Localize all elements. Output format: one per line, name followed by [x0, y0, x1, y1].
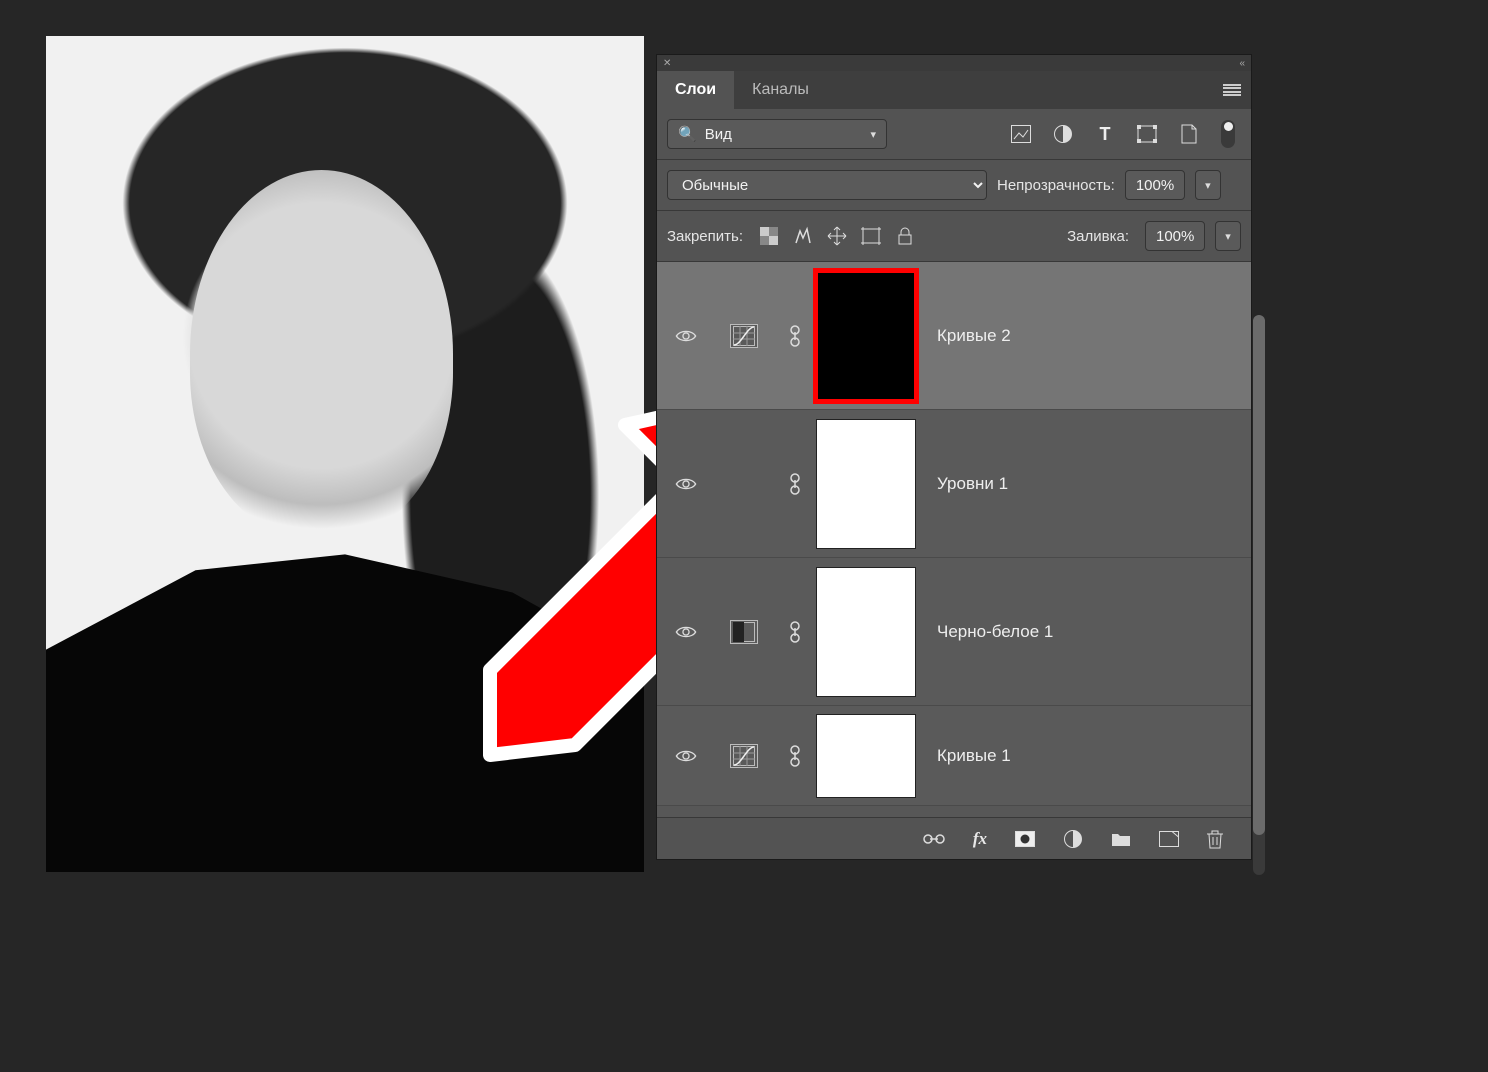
curves-adjustment-icon[interactable]	[730, 324, 758, 348]
filter-type-dropdown[interactable]: 🔍 Вид ▾	[667, 119, 887, 149]
blend-mode-dropdown[interactable]: Обычные	[667, 170, 987, 200]
layer-row[interactable]: Уровни 1	[657, 410, 1251, 558]
layer-fx-icon[interactable]: fx	[973, 830, 987, 847]
blackwhite-adjustment-icon[interactable]	[730, 620, 758, 644]
lock-fill-row: Закрепить: Заливка: ▾	[657, 211, 1251, 262]
filter-toggle[interactable]	[1221, 120, 1235, 148]
link-mask-icon[interactable]	[788, 325, 802, 347]
layer-list: Кривые 2 Уровни 1 Черно-белое	[657, 262, 1251, 817]
filter-smartobject-icon[interactable]	[1179, 124, 1199, 144]
link-mask-icon[interactable]	[788, 745, 802, 767]
layer-name[interactable]: Уровни 1	[919, 474, 1251, 494]
filter-type-icons: T	[1011, 120, 1235, 148]
filter-shape-icon[interactable]	[1137, 124, 1157, 144]
lock-label: Закрепить:	[667, 228, 743, 245]
filter-value: Вид	[705, 126, 863, 143]
filter-adjustment-icon[interactable]	[1053, 124, 1073, 144]
filter-pixel-icon[interactable]	[1011, 124, 1031, 144]
tab-layers[interactable]: Слои	[657, 71, 734, 109]
lock-all-icon[interactable]	[895, 226, 915, 246]
layer-name[interactable]: Черно-белое 1	[919, 622, 1251, 642]
layer-row[interactable]: Кривые 2	[657, 262, 1251, 410]
photo-face	[190, 170, 453, 538]
lock-position-icon[interactable]	[827, 226, 847, 246]
layer-mask-thumbnail[interactable]	[816, 567, 916, 697]
visibility-eye-icon[interactable]	[675, 625, 697, 639]
visibility-eye-icon[interactable]	[675, 477, 697, 491]
lock-image-icon[interactable]	[793, 226, 813, 246]
panel-menu-button[interactable]	[1213, 71, 1251, 109]
hamburger-icon	[1223, 84, 1241, 96]
link-layers-icon[interactable]	[923, 832, 945, 846]
blend-opacity-row: Обычные Непрозрачность: ▾	[657, 160, 1251, 211]
tab-channels[interactable]: Каналы	[734, 71, 827, 109]
close-panel-icon[interactable]: ✕	[663, 58, 671, 69]
fill-input[interactable]	[1145, 221, 1205, 251]
add-mask-icon[interactable]	[1015, 831, 1035, 847]
panel-topbar: ✕ «	[657, 55, 1251, 71]
lock-transparent-icon[interactable]	[759, 226, 779, 246]
chevron-down-icon: ▾	[1205, 179, 1211, 192]
lock-artboard-icon[interactable]	[861, 226, 881, 246]
fill-label: Заливка:	[1067, 228, 1129, 245]
document-canvas[interactable]	[46, 36, 644, 872]
fill-stepper[interactable]: ▾	[1215, 221, 1241, 251]
layer-mask-thumbnail[interactable]	[816, 714, 916, 798]
opacity-input[interactable]	[1125, 170, 1185, 200]
opacity-label: Непрозрачность:	[997, 177, 1115, 194]
visibility-eye-icon[interactable]	[675, 749, 697, 763]
link-mask-icon[interactable]	[788, 621, 802, 643]
new-group-icon[interactable]	[1111, 831, 1131, 847]
layer-mask-thumbnail[interactable]	[816, 271, 916, 401]
layer-mask-thumbnail[interactable]	[816, 419, 916, 549]
layers-bottom-toolbar: fx	[657, 817, 1251, 859]
layer-filter-row: 🔍 Вид ▾ T	[657, 109, 1251, 160]
lock-icons	[759, 226, 915, 246]
chevron-down-icon: ▾	[870, 128, 876, 141]
layer-row[interactable]: Кривые 1	[657, 706, 1251, 806]
link-mask-icon[interactable]	[788, 473, 802, 495]
new-adjustment-icon[interactable]	[1063, 829, 1083, 849]
curves-adjustment-icon[interactable]	[730, 744, 758, 768]
opacity-stepper[interactable]: ▾	[1195, 170, 1221, 200]
visibility-eye-icon[interactable]	[675, 329, 697, 343]
search-icon: 🔍	[678, 125, 697, 143]
filter-type-icon[interactable]: T	[1095, 124, 1115, 144]
layers-panel: ✕ « Слои Каналы 🔍 Вид ▾ T	[656, 54, 1252, 860]
chevron-down-icon: ▾	[1225, 230, 1231, 243]
panel-scrollbar[interactable]	[1253, 315, 1265, 875]
layer-name[interactable]: Кривые 2	[919, 326, 1251, 346]
panel-tabs: Слои Каналы	[657, 71, 1251, 109]
collapse-panel-icon[interactable]: «	[1239, 58, 1245, 69]
layer-name[interactable]: Кривые 1	[919, 746, 1251, 766]
layer-row[interactable]: Черно-белое 1	[657, 558, 1251, 706]
new-layer-icon[interactable]	[1159, 831, 1179, 847]
scrollbar-thumb[interactable]	[1253, 315, 1265, 835]
trash-icon[interactable]	[1207, 829, 1223, 849]
